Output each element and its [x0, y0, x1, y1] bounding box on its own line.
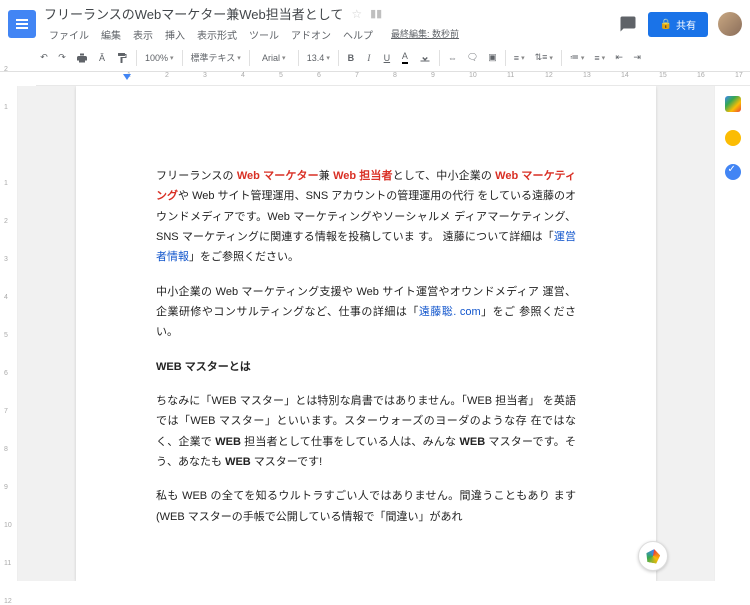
highlight-icon[interactable]	[415, 49, 435, 67]
share-button[interactable]: 🔒 共有	[648, 12, 708, 37]
toolbar: ↶ ↷ Ă 100% 標準テキス Arial 13.4 B I U A ⇔ 🗨 …	[0, 44, 750, 72]
lock-icon: 🔒	[660, 19, 672, 30]
document-title[interactable]: フリーランスのWebマーケター兼Web担当者として	[44, 4, 343, 23]
paragraph-2[interactable]: 中小企業の Web マーケティング支援や Web サイト運営やオウンドメディア …	[156, 282, 576, 343]
star-icon[interactable]: ☆	[351, 7, 362, 21]
indent-decrease-icon[interactable]: ⇤	[611, 49, 627, 66]
folder-icon[interactable]: ▮▮	[370, 7, 382, 20]
italic-icon[interactable]: I	[361, 50, 377, 66]
undo-icon[interactable]: ↶	[36, 49, 52, 66]
style-select[interactable]: 標準テキス	[187, 48, 245, 67]
menu-format[interactable]: 表示形式	[192, 25, 242, 44]
workspace: 21123456789101112 フリーランスの Web マーケター兼 Web…	[0, 86, 750, 581]
heading-web-master[interactable]: WEB マスターとは	[156, 357, 576, 377]
paragraph-1[interactable]: フリーランスの Web マーケター兼 Web 担当者として、中小企業の Web …	[156, 166, 576, 268]
paint-format-icon[interactable]	[112, 49, 132, 67]
comment-icon[interactable]: 🗨	[463, 49, 482, 66]
numbered-list-icon[interactable]: ≔	[566, 49, 589, 66]
menu-insert[interactable]: 挿入	[160, 25, 190, 44]
last-edit[interactable]: 最終編集: 数秒前	[386, 25, 464, 44]
docs-logo-icon[interactable]	[8, 10, 36, 38]
horizontal-ruler[interactable]: 12345678910111213141516171819	[36, 72, 750, 86]
paragraph-4[interactable]: 私も WEB の全てを知るウルトラすごい人ではありません。間違うこともあり ます…	[156, 486, 576, 527]
menu-file[interactable]: ファイル	[44, 25, 94, 44]
bulleted-list-icon[interactable]: ≡	[590, 50, 609, 66]
fontsize-select[interactable]: 13.4	[303, 50, 334, 66]
menu-addons[interactable]: アドオン	[286, 25, 336, 44]
document-page[interactable]: フリーランスの Web マーケター兼 Web 担当者として、中小企業の Web …	[76, 86, 656, 581]
title-area: フリーランスのWebマーケター兼Web担当者として ☆ ▮▮ ファイル 編集 表…	[44, 4, 618, 44]
text-color-icon[interactable]: A	[397, 48, 413, 67]
share-label: 共有	[676, 17, 696, 32]
underline-icon[interactable]: U	[379, 50, 395, 66]
menubar: ファイル 編集 表示 挿入 表示形式 ツール アドオン ヘルプ 最終編集: 数秒…	[44, 25, 618, 44]
avatar[interactable]	[718, 12, 742, 36]
calendar-icon[interactable]	[725, 96, 741, 112]
redo-icon[interactable]: ↷	[54, 49, 70, 66]
menu-view[interactable]: 表示	[128, 25, 158, 44]
menu-tools[interactable]: ツール	[244, 25, 284, 44]
zoom-select[interactable]: 100%	[141, 51, 178, 65]
explore-icon	[645, 548, 661, 564]
menu-help[interactable]: ヘルプ	[338, 25, 378, 44]
paragraph-3[interactable]: ちなみに「WEB マスター」とは特別な肩書ではありません。「WEB 担当者」 を…	[156, 391, 576, 472]
keep-icon[interactable]	[725, 130, 741, 146]
indent-increase-icon[interactable]: ⇥	[629, 49, 645, 66]
header-right: 🔒 共有	[618, 12, 742, 37]
align-icon[interactable]: ≡	[510, 50, 529, 66]
side-panel	[714, 86, 750, 581]
line-spacing-icon[interactable]: ⇅≡	[531, 49, 557, 66]
header-bar: フリーランスのWebマーケター兼Web担当者として ☆ ▮▮ ファイル 編集 表…	[0, 0, 750, 44]
vertical-ruler[interactable]: 21123456789101112	[0, 86, 18, 581]
print-icon[interactable]	[72, 49, 92, 67]
font-select[interactable]: Arial	[254, 50, 294, 66]
comments-icon[interactable]	[618, 14, 638, 34]
link-endo-com[interactable]: 遠藤聡. com	[419, 306, 481, 318]
menu-edit[interactable]: 編集	[96, 25, 126, 44]
canvas[interactable]: フリーランスの Web マーケター兼 Web 担当者として、中小企業の Web …	[18, 86, 714, 581]
link-icon[interactable]: ⇔	[444, 50, 461, 66]
spellcheck-icon[interactable]: Ă	[94, 50, 110, 66]
explore-button[interactable]	[638, 541, 668, 571]
image-icon[interactable]: ▣	[484, 49, 501, 66]
tasks-icon[interactable]	[725, 164, 741, 180]
bold-icon[interactable]: B	[343, 50, 359, 66]
